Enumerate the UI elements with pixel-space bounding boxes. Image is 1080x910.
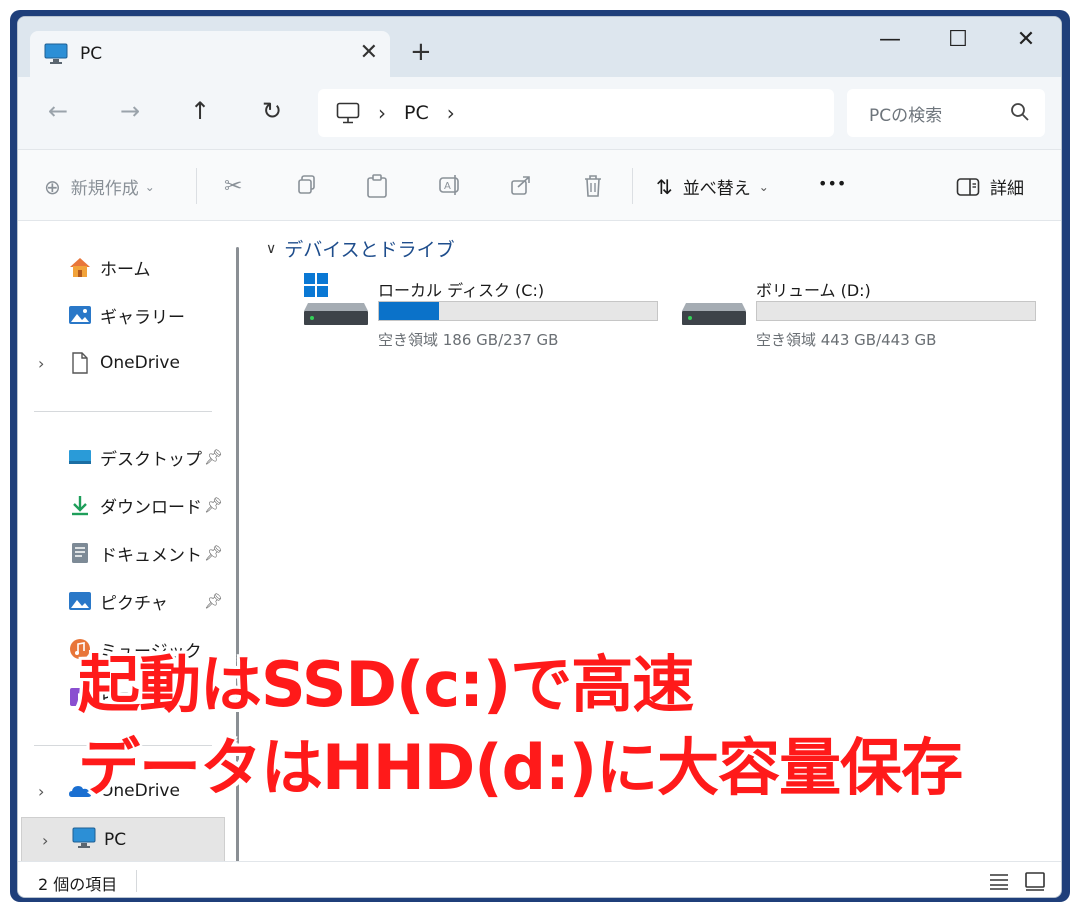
nav-label: ドキュメント [100,545,202,566]
chevron-down-icon: ⌄ [758,179,769,194]
monitor-icon [72,827,96,848]
pin-icon[interactable]: 📌︎ [204,592,223,610]
refresh-icon[interactable]: ↻ [252,97,292,125]
address-bar[interactable]: › PC › [318,89,834,137]
desktop-icon [69,450,91,464]
nav-label: ピクチャ [100,593,168,614]
rename-icon[interactable]: A [438,174,462,196]
divider [632,168,633,204]
nav-item-pictures[interactable]: ピクチャ 📌︎ [18,581,223,621]
hdd-icon [682,303,746,325]
nav-label: PC [104,830,127,850]
chevron-down-icon: ⌄ [144,179,155,194]
svg-text:A: A [444,181,451,192]
usage-bar [378,301,658,321]
drive-free-space: 空き領域 186 GB/237 GB [378,331,559,349]
overlay-caption-line2: データはHHD(d:)に大容量保存 [78,731,963,804]
details-pane-icon [956,177,980,196]
overlay-caption-line1: 起動はSSD(c:)で高速 [78,648,694,721]
nav-item-gallery[interactable]: ギャラリー [18,295,223,335]
nav-item-downloads[interactable]: ダウンロード 📌︎ [18,485,223,525]
details-label: 詳細 [990,179,1024,199]
nav-item-desktop[interactable]: デスクトップ 📌︎ [18,437,223,477]
home-icon [70,258,90,277]
copy-icon[interactable] [296,174,318,196]
nav-label: ダウンロード [100,497,202,518]
item-count: 2 個の項目 [38,875,118,894]
back-arrow-icon[interactable]: ← [38,97,78,125]
breadcrumb-separator: › [378,101,386,125]
search-icon [1011,103,1029,121]
chevron-right-icon[interactable]: › [42,831,48,850]
new-tab-button[interactable]: + [410,39,432,65]
paste-icon[interactable] [366,174,388,198]
download-icon [72,496,88,516]
search-input[interactable]: PCの検索 [847,89,1045,137]
minimize-button[interactable]: — [860,27,920,52]
file-icon [72,352,88,374]
sort-button[interactable]: ⇅ 並べ替え ⌄ [656,174,769,200]
sort-label: 並べ替え [682,179,751,199]
nav-label: ギャラリー [100,307,185,328]
usage-bar [756,301,1036,321]
new-button[interactable]: ⊕ 新規作成 ⌄ [44,174,155,200]
share-icon[interactable] [510,174,532,196]
cut-icon[interactable]: ✂ [224,174,242,199]
plus-circle-icon: ⊕ [44,174,61,199]
pin-icon[interactable]: 📌︎ [204,544,223,562]
details-button[interactable]: 詳細 [956,174,1024,199]
tab-close-icon[interactable]: ✕ [360,40,378,65]
nav-item-pc[interactable]: › PC [21,817,225,863]
close-button[interactable]: ✕ [996,27,1056,52]
drive-name: ボリューム (D:) [756,281,871,300]
command-bar: ⊕ 新規作成 ⌄ ✂ A ⇅ 並べ替え ⌄ ••• 詳細 [18,149,1061,221]
nav-label: OneDrive [100,353,180,373]
address-bar-row: ← → ↑ ↻ › PC › PCの検索 [18,77,1061,149]
pictures-icon [69,592,91,610]
tab-title: PC [80,44,103,64]
maximize-button[interactable]: ☐ [928,27,988,52]
breadcrumb-separator-end[interactable]: › [447,101,455,125]
divider [196,168,197,204]
gallery-icon [69,306,91,324]
group-title: デバイスとドライブ [284,239,455,261]
nav-item-documents[interactable]: ドキュメント 📌︎ [18,533,223,573]
list-view-icon[interactable] [988,871,1010,891]
tiles-view-icon[interactable] [1024,871,1046,891]
pin-icon[interactable]: 📌︎ [204,448,223,466]
divider [34,411,212,412]
group-header[interactable]: ∨ デバイスとドライブ [266,235,455,262]
nav-item-home[interactable]: ホーム [18,247,223,287]
document-icon [72,543,88,563]
drive-item[interactable]: ボリューム (D:) 空き領域 443 GB/443 GB [668,273,1038,353]
more-options-button[interactable]: ••• [818,174,846,193]
nav-label: デスクトップ [100,449,202,470]
divider [136,870,137,892]
drive-name: ローカル ディスク (C:) [378,281,545,300]
drive-free-space: 空き領域 443 GB/443 GB [756,331,937,349]
up-arrow-icon[interactable]: ↑ [180,97,220,125]
chevron-down-icon: ∨ [266,240,277,257]
usage-bar-fill [379,302,439,320]
chevron-right-icon[interactable]: › [38,782,44,801]
sort-icon: ⇅ [656,174,673,199]
title-bar: PC ✕ + — ☐ ✕ [18,17,1061,77]
forward-arrow-icon[interactable]: → [110,97,150,125]
monitor-outline-icon [336,102,360,124]
chevron-right-icon[interactable]: › [38,354,44,373]
pin-icon[interactable]: 📌︎ [204,496,223,514]
new-label: 新規作成 [70,179,139,199]
nav-item-onedrive[interactable]: › OneDrive [18,343,223,383]
drive-item[interactable]: ローカル ディスク (C:) 空き領域 186 GB/237 GB [290,273,660,353]
monitor-icon [44,43,68,64]
windows-drive-icon [304,273,368,325]
search-placeholder: PCの検索 [869,105,943,126]
nav-label: ホーム [100,259,151,280]
status-bar: 2 個の項目 [18,861,1061,897]
tab-pc[interactable]: PC ✕ [30,31,390,77]
breadcrumb-pc[interactable]: PC [404,102,429,124]
delete-icon[interactable] [582,174,604,198]
